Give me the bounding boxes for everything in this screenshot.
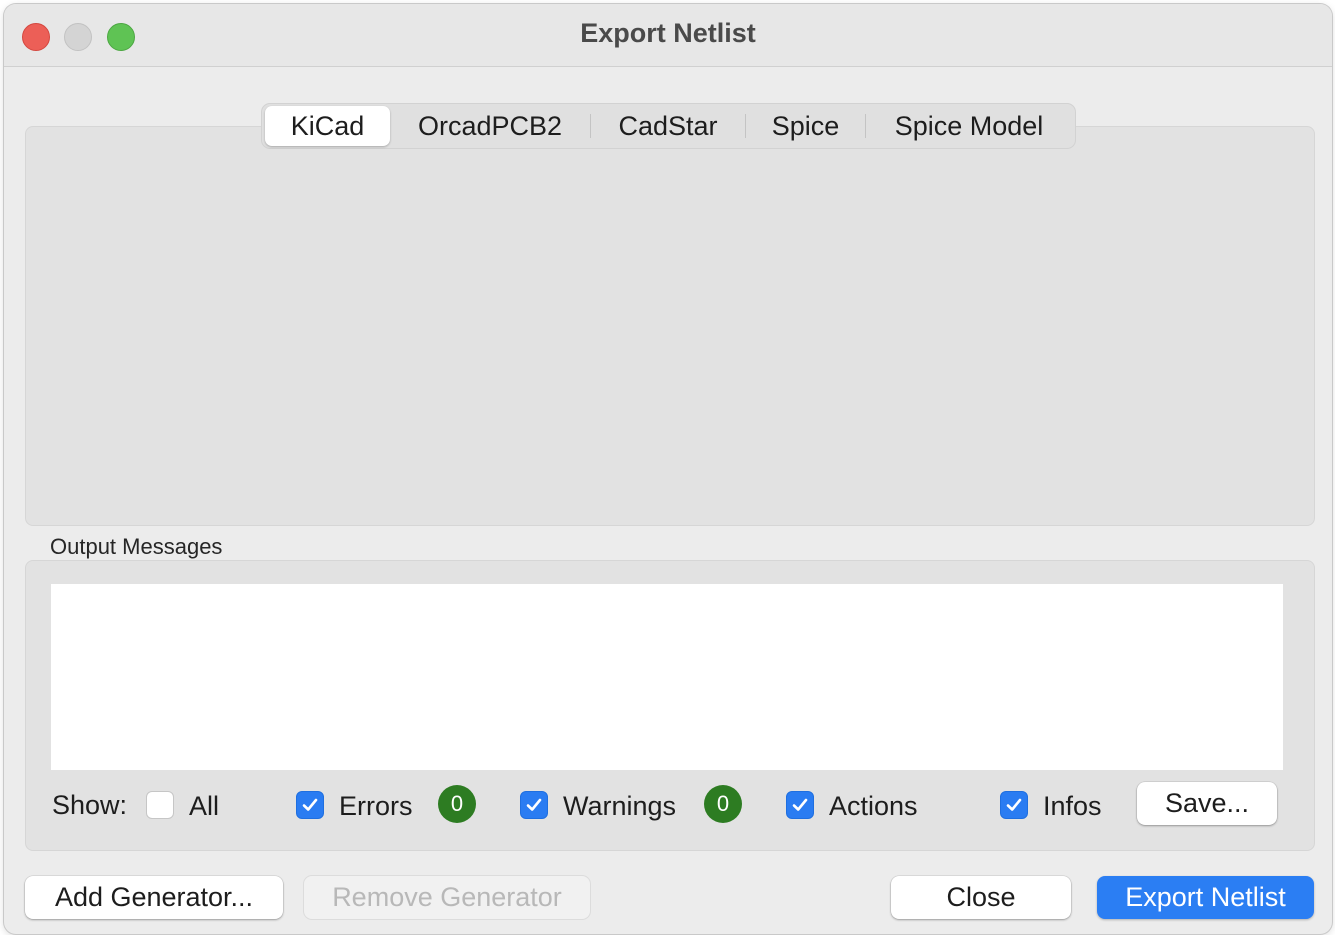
tab-spice[interactable]: Spice [746, 106, 865, 146]
remove-generator-button: Remove Generator [304, 876, 590, 919]
warnings-count-badge: 0 [704, 785, 742, 823]
export-netlist-button[interactable]: Export Netlist [1097, 876, 1314, 919]
errors-count-badge: 0 [438, 785, 476, 823]
all-checkbox[interactable] [146, 791, 174, 819]
output-messages-list[interactable] [51, 584, 1283, 770]
window-title: Export Netlist [580, 18, 756, 48]
format-tabs: KiCad OrcadPCB2 CadStar Spice Spice Mode… [261, 103, 1076, 149]
tab-kicad[interactable]: KiCad [265, 106, 390, 146]
tab-cadstar[interactable]: CadStar [591, 106, 745, 146]
show-label: Show: [52, 790, 128, 820]
errors-label: Errors [339, 791, 413, 821]
checkmark-icon [526, 798, 542, 811]
message-filter-row: Show: All Errors 0 Warnings 0 Actions In… [4, 780, 1332, 830]
all-label: All [189, 791, 220, 821]
actions-checkbox[interactable] [786, 791, 814, 819]
tab-content-panel [25, 126, 1315, 526]
export-netlist-dialog: Export Netlist KiCad OrcadPCB2 CadStar S… [4, 4, 1332, 934]
save-button[interactable]: Save... [1137, 782, 1277, 825]
infos-checkbox[interactable] [1000, 791, 1028, 819]
output-messages-label: Output Messages [50, 534, 223, 559]
close-button[interactable]: Close [891, 876, 1071, 919]
checkmark-icon [1006, 798, 1022, 811]
checkmark-icon [302, 798, 318, 811]
tab-orcadpcb2[interactable]: OrcadPCB2 [390, 106, 590, 146]
tab-spice-model[interactable]: Spice Model [866, 106, 1072, 146]
infos-label: Infos [1043, 791, 1102, 821]
add-generator-button[interactable]: Add Generator... [25, 876, 283, 919]
actions-label: Actions [829, 791, 918, 821]
checkmark-icon [792, 798, 808, 811]
title-bar: Export Netlist [4, 4, 1332, 67]
warnings-checkbox[interactable] [520, 791, 548, 819]
errors-checkbox[interactable] [296, 791, 324, 819]
warnings-label: Warnings [563, 791, 677, 821]
